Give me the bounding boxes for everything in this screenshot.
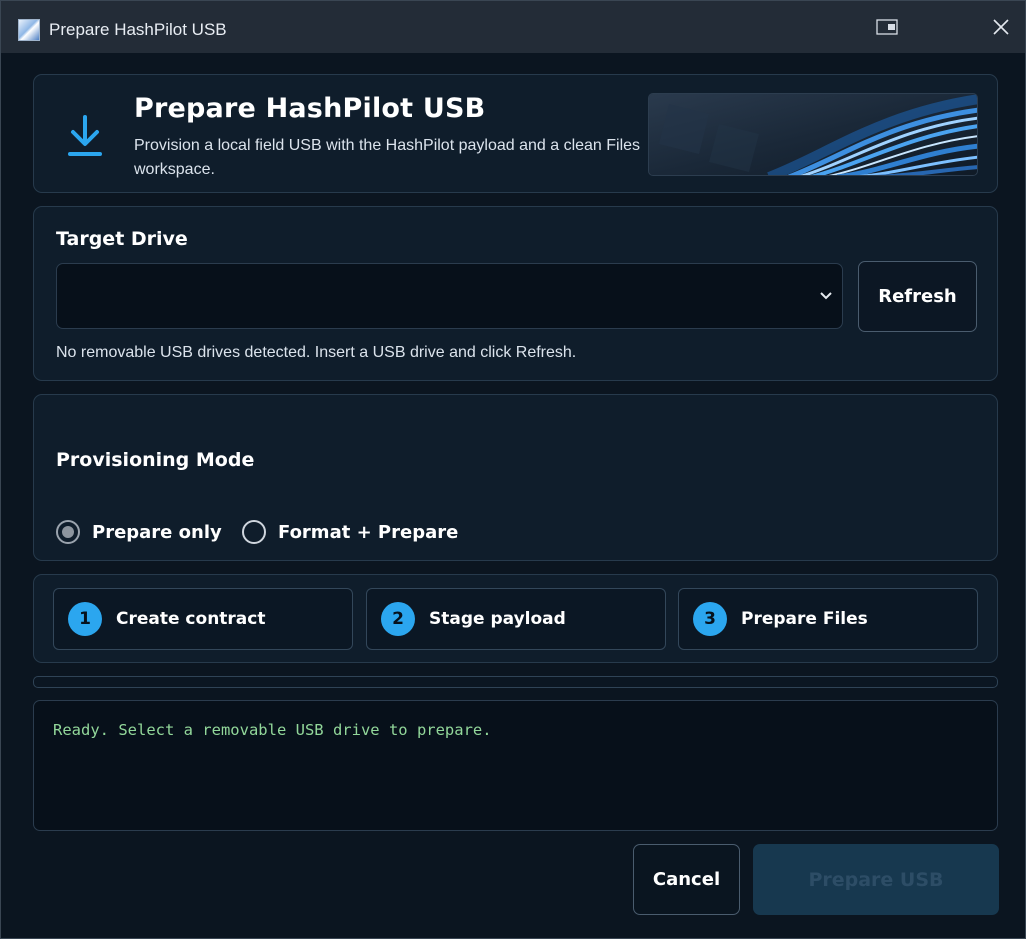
progress-bar: [33, 676, 998, 688]
step-create-contract: 1 Create contract: [53, 588, 353, 650]
radio-button-checked[interactable]: [56, 520, 80, 544]
step-label: Prepare Files: [741, 609, 868, 629]
step-prepare-files: 3 Prepare Files: [678, 588, 978, 650]
radio-prepare-only[interactable]: Prepare only: [56, 520, 222, 544]
title-bar: Prepare HashPilot USB: [1, 1, 1025, 53]
snap-layout-button[interactable]: [871, 11, 903, 43]
snap-layout-icon: [876, 19, 898, 35]
step-label: Create contract: [116, 609, 266, 629]
radio-label: Format + Prepare: [278, 521, 459, 543]
prepare-usb-button[interactable]: Prepare USB: [753, 844, 999, 915]
target-drive-card: Target Drive Refresh No removable USB dr…: [33, 206, 998, 381]
radio-label: Prepare only: [92, 521, 222, 543]
cancel-button[interactable]: Cancel: [633, 844, 740, 915]
drive-status-text: No removable USB drives detected. Insert…: [56, 344, 577, 361]
drive-select[interactable]: [56, 263, 843, 329]
close-button[interactable]: [985, 11, 1017, 43]
page-title: Prepare HashPilot USB: [134, 93, 486, 124]
download-icon: [68, 115, 102, 156]
step-stage-payload: 2 Stage payload: [366, 588, 666, 650]
window-title: Prepare HashPilot USB: [49, 20, 227, 39]
step-number-badge: 3: [693, 602, 727, 636]
target-drive-heading: Target Drive: [56, 228, 188, 250]
provisioning-mode-card: Provisioning Mode Prepare only Format + …: [33, 394, 998, 561]
radio-format-prepare[interactable]: Format + Prepare: [242, 520, 458, 544]
steps-card: 1 Create contract 2 Stage payload 3 Prep…: [33, 574, 998, 663]
log-output[interactable]: Ready. Select a removable USB drive to p…: [33, 700, 998, 831]
app-icon: [18, 19, 40, 41]
refresh-button[interactable]: Refresh: [858, 261, 977, 332]
header-banner-image: [648, 93, 978, 176]
step-number-badge: 1: [68, 602, 102, 636]
header-card: Prepare HashPilot USB Provision a local …: [33, 74, 998, 193]
step-number-badge: 2: [381, 602, 415, 636]
chevron-down-icon: [820, 292, 832, 300]
close-icon: [993, 19, 1009, 35]
log-text: Ready. Select a removable USB drive to p…: [53, 721, 492, 739]
page-subtitle: Provision a local field USB with the Has…: [134, 137, 641, 178]
provisioning-mode-heading: Provisioning Mode: [56, 449, 255, 471]
radio-button[interactable]: [242, 520, 266, 544]
dialog-window: Prepare HashPilot USB Prepare HashPilot …: [0, 0, 1026, 939]
step-label: Stage payload: [429, 609, 566, 629]
